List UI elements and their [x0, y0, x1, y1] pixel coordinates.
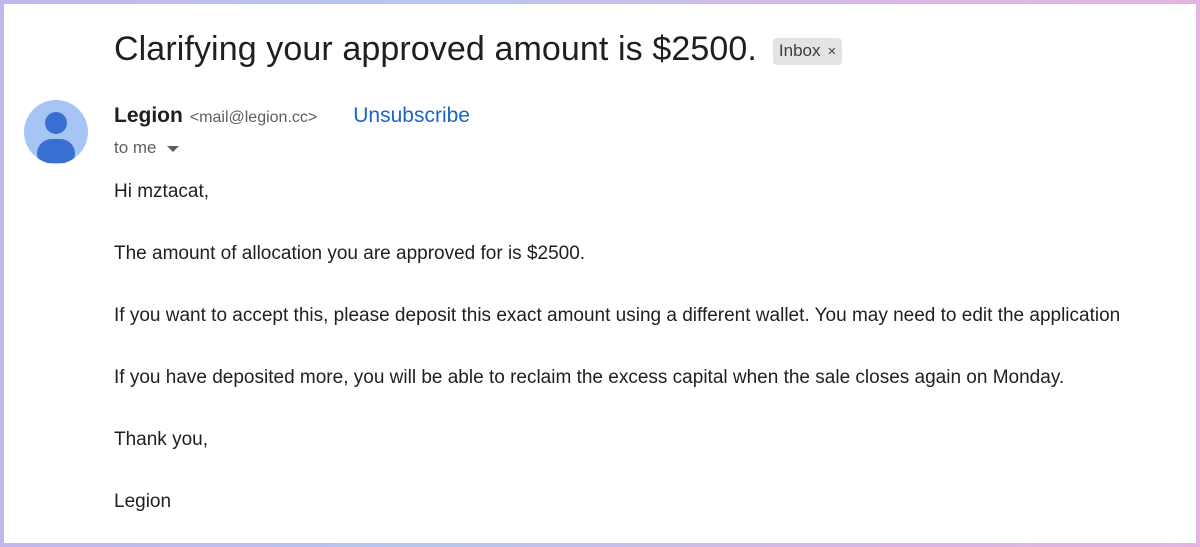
- label-text: Inbox: [778, 41, 821, 60]
- sender-name: Legion: [114, 104, 183, 127]
- body-signature: Legion: [114, 491, 172, 512]
- recipient-label: to me: [114, 138, 157, 157]
- sender-email: <mail@legion.cc>: [189, 109, 318, 126]
- subject-row: Clarifying your approved amount is $2500…: [114, 30, 843, 69]
- email-subject: Clarifying your approved amount is $2500…: [114, 30, 757, 68]
- inbox-label-chip[interactable]: Inbox ×: [772, 38, 843, 65]
- sender-row: Legion <mail@legion.cc> Unsubscribe: [114, 104, 470, 128]
- person-avatar-icon: [24, 100, 88, 164]
- body-closing: Thank you,: [114, 429, 208, 450]
- close-icon[interactable]: ×: [828, 43, 837, 60]
- avatar-shoulders: [37, 139, 75, 163]
- recipient-details-toggle[interactable]: to me: [114, 138, 179, 158]
- body-paragraph: The amount of allocation you are approve…: [114, 243, 586, 264]
- avatar-head: [45, 112, 67, 134]
- body-paragraph: If you have deposited more, you will be …: [114, 367, 1065, 388]
- caret-down-icon[interactable]: [166, 146, 179, 152]
- email-view: Clarifying your approved amount is $2500…: [4, 4, 1196, 543]
- body-paragraph: If you want to accept this, please depos…: [114, 305, 1121, 326]
- email-body: Hi mztacat, The amount of allocation you…: [114, 180, 1120, 543]
- unsubscribe-link[interactable]: Unsubscribe: [353, 104, 470, 128]
- body-greeting: Hi mztacat,: [114, 181, 210, 202]
